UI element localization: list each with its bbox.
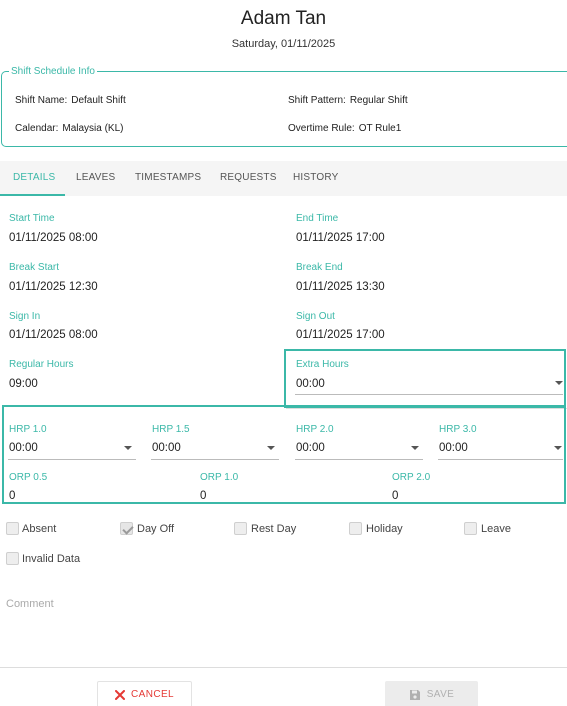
extra-hours-highlight bbox=[284, 349, 566, 408]
active-tab-indicator bbox=[0, 194, 65, 196]
rest-day-checkbox[interactable] bbox=[234, 522, 247, 535]
day-off-checkbox[interactable] bbox=[120, 522, 133, 535]
break-end-label: Break End bbox=[296, 262, 343, 273]
shift-name-info: Shift Name: Default Shift bbox=[15, 95, 126, 106]
tab-history[interactable]: HISTORY bbox=[293, 172, 339, 183]
leave-label: Leave bbox=[481, 523, 511, 535]
hrp-1-0-label: HRP 1.0 bbox=[9, 424, 47, 435]
tab-leaves[interactable]: LEAVES bbox=[76, 172, 115, 183]
shift-schedule-info-legend: Shift Schedule Info bbox=[9, 66, 97, 77]
hrp-1-0-chevron-down-icon[interactable] bbox=[124, 446, 132, 450]
orp-1-0-label: ORP 1.0 bbox=[200, 472, 239, 483]
calendar-value: Malaysia (KL) bbox=[62, 123, 124, 134]
absent-label: Absent bbox=[22, 523, 57, 535]
holiday-label: Holiday bbox=[366, 523, 403, 535]
hrp-3-0-select[interactable]: 00:00 bbox=[439, 442, 468, 454]
calendar-info: Calendar: Malaysia (KL) bbox=[15, 123, 124, 134]
tab-timestamps[interactable]: TIMESTAMPS bbox=[135, 172, 201, 183]
shift-pattern-info: Shift Pattern: Regular Shift bbox=[288, 95, 408, 106]
hrp-1-0-select[interactable]: 00:00 bbox=[9, 442, 38, 454]
comment-field[interactable]: Comment bbox=[6, 598, 54, 610]
break-start-value: 01/11/2025 12:30 bbox=[9, 281, 98, 293]
hrp-2-0-label: HRP 2.0 bbox=[296, 424, 334, 435]
sign-out-value: 01/11/2025 17:00 bbox=[296, 329, 385, 341]
rest-day-label: Rest Day bbox=[251, 523, 297, 535]
hrp-1-5-select[interactable]: 00:00 bbox=[152, 442, 181, 454]
comment-underline bbox=[0, 667, 567, 668]
extra-hours-select[interactable]: 00:00 bbox=[296, 378, 325, 390]
tab-requests[interactable]: REQUESTS bbox=[220, 172, 277, 183]
regular-hours-value: 09:00 bbox=[9, 378, 38, 390]
hrp-3-0-chevron-down-icon[interactable] bbox=[554, 446, 562, 450]
pay-rate-highlight bbox=[2, 405, 566, 504]
sign-in-value: 01/11/2025 08:00 bbox=[9, 329, 98, 341]
orp-2-0-label: ORP 2.0 bbox=[392, 472, 431, 483]
schedule-date: Saturday, 01/11/2025 bbox=[231, 38, 336, 50]
cancel-button[interactable]: CANCEL bbox=[97, 681, 192, 706]
start-time-value: 01/11/2025 08:00 bbox=[9, 232, 98, 244]
invalid-data-label: Invalid Data bbox=[22, 553, 81, 565]
absent-checkbox[interactable] bbox=[6, 522, 19, 535]
overtime-rule-info: Overtime Rule: OT Rule1 bbox=[288, 123, 401, 134]
save-button[interactable]: SAVE bbox=[385, 681, 478, 706]
save-button-label: SAVE bbox=[426, 689, 455, 700]
leave-checkbox[interactable] bbox=[464, 522, 477, 535]
overtime-rule-label: Overtime Rule: bbox=[288, 123, 355, 134]
cancel-button-label: CANCEL bbox=[131, 689, 174, 700]
end-time-value: 01/11/2025 17:00 bbox=[296, 232, 385, 244]
sign-in-label: Sign In bbox=[9, 311, 41, 322]
extra-hours-chevron-down-icon[interactable] bbox=[555, 381, 563, 385]
extra-hours-label: Extra Hours bbox=[296, 359, 349, 370]
shift-pattern-label: Shift Pattern: bbox=[288, 95, 346, 106]
overtime-rule-value: OT Rule1 bbox=[358, 123, 402, 134]
holiday-checkbox[interactable] bbox=[349, 522, 362, 535]
hrp-3-0-underline bbox=[438, 459, 563, 460]
day-off-label: Day Off bbox=[137, 523, 175, 535]
shift-pattern-value: Regular Shift bbox=[349, 95, 408, 106]
orp-1-0-input[interactable]: 0 bbox=[200, 490, 206, 502]
start-time-label: Start Time bbox=[9, 213, 55, 224]
hrp-1-5-label: HRP 1.5 bbox=[152, 424, 190, 435]
shift-schedule-info-panel bbox=[1, 71, 567, 147]
calendar-label: Calendar: bbox=[15, 123, 59, 134]
hrp-1-5-chevron-down-icon[interactable] bbox=[267, 446, 275, 450]
regular-hours-label: Regular Hours bbox=[9, 359, 74, 370]
employee-name: Adam Tan bbox=[240, 8, 327, 29]
hrp-2-0-chevron-down-icon[interactable] bbox=[411, 446, 419, 450]
hrp-1-0-underline bbox=[8, 459, 136, 460]
tab-bar: DETAILS LEAVES TIMESTAMPS REQUESTS HISTO… bbox=[0, 161, 567, 196]
orp-0-5-input[interactable]: 0 bbox=[9, 490, 15, 502]
hrp-2-0-underline bbox=[295, 459, 423, 460]
orp-2-0-input[interactable]: 0 bbox=[392, 490, 398, 502]
orp-0-5-label: ORP 0.5 bbox=[9, 472, 48, 483]
hrp-1-5-underline bbox=[151, 459, 279, 460]
break-start-label: Break Start bbox=[9, 262, 60, 273]
shift-name-value: Default Shift bbox=[71, 95, 126, 106]
tab-details[interactable]: DETAILS bbox=[13, 172, 55, 183]
section-divider bbox=[286, 408, 567, 409]
extra-hours-underline bbox=[295, 394, 563, 395]
end-time-label: End Time bbox=[296, 213, 339, 224]
break-end-value: 01/11/2025 13:30 bbox=[296, 281, 385, 293]
sign-out-label: Sign Out bbox=[296, 311, 335, 322]
invalid-data-checkbox[interactable] bbox=[6, 552, 19, 565]
hrp-3-0-label: HRP 3.0 bbox=[439, 424, 477, 435]
shift-name-label: Shift Name: bbox=[15, 95, 68, 106]
save-icon bbox=[409, 689, 420, 700]
close-icon bbox=[115, 689, 126, 700]
hrp-2-0-select[interactable]: 00:00 bbox=[296, 442, 325, 454]
